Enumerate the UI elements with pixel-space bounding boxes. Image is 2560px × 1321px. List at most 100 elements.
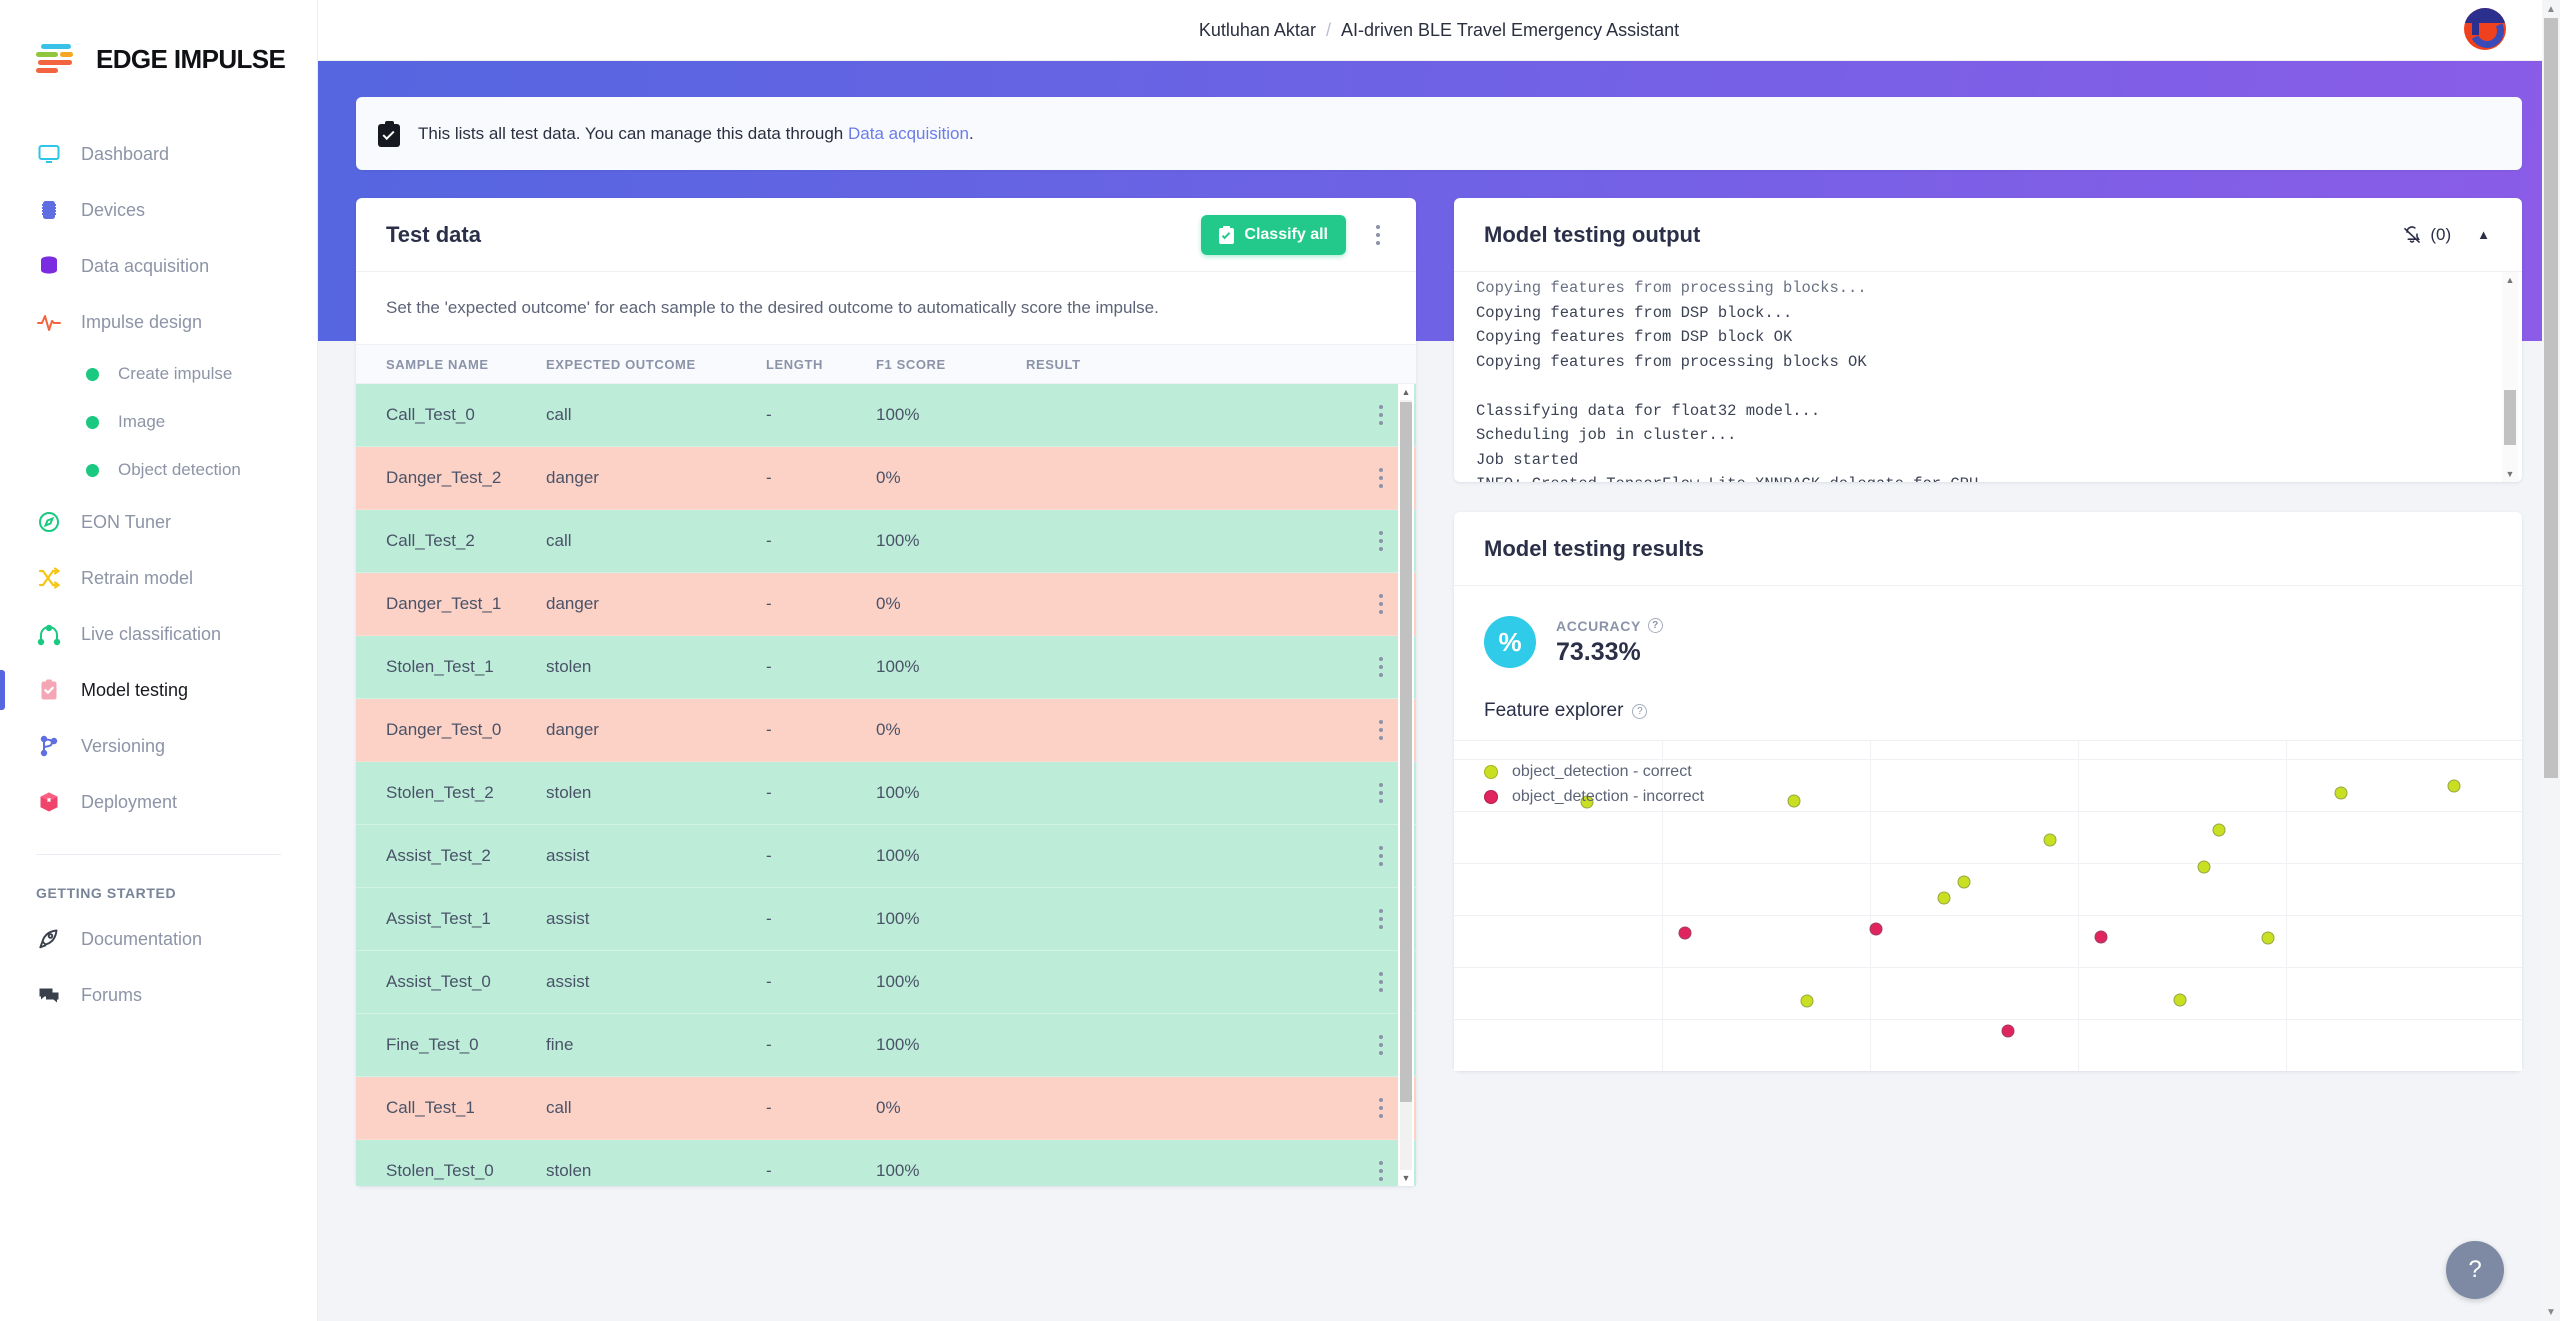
row-menu-icon[interactable] bbox=[1369, 1031, 1393, 1059]
row-menu-icon[interactable] bbox=[1369, 842, 1393, 870]
table-scrollbar[interactable]: ▲ ▼ bbox=[1398, 384, 1414, 1186]
scatter-point[interactable] bbox=[2261, 932, 2274, 945]
scrollbar-thumb[interactable] bbox=[2504, 390, 2516, 445]
row-menu-icon[interactable] bbox=[1369, 464, 1393, 492]
scatter-point[interactable] bbox=[2095, 930, 2108, 943]
row-menu-icon[interactable] bbox=[1369, 1157, 1393, 1185]
scatter-point[interactable] bbox=[2044, 833, 2057, 846]
sidebar-item-object-detection[interactable]: Object detection bbox=[0, 446, 317, 494]
scatter-point[interactable] bbox=[1958, 875, 1971, 888]
scatter-point[interactable] bbox=[2212, 824, 2225, 837]
scroll-down-icon[interactable]: ▼ bbox=[2502, 466, 2518, 482]
scatter-point[interactable] bbox=[1801, 995, 1814, 1008]
help-question-icon[interactable]: ? bbox=[1648, 618, 1663, 633]
cell-expected-outcome[interactable]: call bbox=[546, 405, 766, 425]
sidebar-item-image[interactable]: Image bbox=[0, 398, 317, 446]
cell-expected-outcome[interactable]: call bbox=[546, 1098, 766, 1118]
collapse-chevron-up-icon[interactable]: ▲ bbox=[2471, 227, 2496, 242]
table-body[interactable]: Call_Test_0call-100%Danger_Test_2danger-… bbox=[356, 384, 1416, 1186]
breadcrumb-project[interactable]: AI-driven BLE Travel Emergency Assistant bbox=[1341, 20, 1679, 41]
row-menu-icon[interactable] bbox=[1369, 968, 1393, 996]
scatter-point[interactable] bbox=[2448, 779, 2461, 792]
scatter-point[interactable] bbox=[1869, 923, 1882, 936]
scroll-up-icon[interactable]: ▲ bbox=[2502, 272, 2518, 288]
scatter-point[interactable] bbox=[1938, 891, 1951, 904]
table-row[interactable]: Danger_Test_0danger-0% bbox=[356, 699, 1416, 762]
cell-expected-outcome[interactable]: danger bbox=[546, 468, 766, 488]
table-row[interactable]: Call_Test_0call-100% bbox=[356, 384, 1416, 447]
row-menu-icon[interactable] bbox=[1369, 779, 1393, 807]
scatter-point[interactable] bbox=[1788, 795, 1801, 808]
sidebar-item-documentation[interactable]: Documentation bbox=[0, 911, 317, 967]
table-row[interactable]: Stolen_Test_1stolen-100% bbox=[356, 636, 1416, 699]
table-row[interactable]: Assist_Test_2assist-100% bbox=[356, 825, 1416, 888]
cell-expected-outcome[interactable]: assist bbox=[546, 909, 766, 929]
row-menu-icon[interactable] bbox=[1369, 716, 1393, 744]
sidebar-item-create-impulse[interactable]: Create impulse bbox=[0, 350, 317, 398]
scroll-down-icon[interactable]: ▼ bbox=[1398, 1170, 1414, 1186]
row-menu-icon[interactable] bbox=[1369, 401, 1393, 429]
table-row[interactable]: Stolen_Test_2stolen-100% bbox=[356, 762, 1416, 825]
help-question-icon[interactable]: ? bbox=[1632, 704, 1647, 719]
sidebar-item-impulse-design[interactable]: Impulse design bbox=[0, 294, 317, 350]
cell-expected-outcome[interactable]: danger bbox=[546, 720, 766, 740]
cell-expected-outcome[interactable]: call bbox=[546, 531, 766, 551]
brand-logo[interactable]: EDGE IMPULSE bbox=[0, 30, 317, 82]
sidebar-item-devices[interactable]: Devices bbox=[0, 182, 317, 238]
table-row[interactable]: Fine_Test_0fine-100% bbox=[356, 1014, 1416, 1077]
table-row[interactable]: Call_Test_2call-100% bbox=[356, 510, 1416, 573]
sidebar-item-eon-tuner[interactable]: EON Tuner bbox=[0, 494, 317, 550]
row-menu-icon[interactable] bbox=[1369, 1094, 1393, 1122]
scatter-point[interactable] bbox=[2002, 1025, 2015, 1038]
test-data-menu-icon[interactable] bbox=[1366, 221, 1390, 249]
sidebar-item-deployment[interactable]: Deployment bbox=[0, 774, 317, 830]
sidebar-item-live-classification[interactable]: Live classification bbox=[0, 606, 317, 662]
scatter-point[interactable] bbox=[2335, 786, 2348, 799]
data-acquisition-link[interactable]: Data acquisition bbox=[848, 124, 969, 143]
sidebar-item-model-testing[interactable]: Model testing bbox=[0, 662, 317, 718]
table-row[interactable]: Danger_Test_2danger-0% bbox=[356, 447, 1416, 510]
feature-explorer-scatter[interactable]: object_detection - correctobject_detecti… bbox=[1454, 741, 2522, 1071]
cell-expected-outcome[interactable]: danger bbox=[546, 594, 766, 614]
scatter-point[interactable] bbox=[1678, 926, 1691, 939]
sidebar-item-forums[interactable]: Forums bbox=[0, 967, 317, 1023]
output-scrollbar[interactable]: ▲ ▼ bbox=[2502, 272, 2518, 482]
column-header-result[interactable]: RESULT bbox=[1026, 357, 1346, 372]
scrollbar-thumb[interactable] bbox=[2544, 18, 2558, 778]
cell-expected-outcome[interactable]: assist bbox=[546, 846, 766, 866]
classify-all-button[interactable]: Classify all bbox=[1201, 215, 1346, 255]
mute-notifications-button[interactable]: (0) bbox=[2402, 225, 2451, 245]
row-menu-icon[interactable] bbox=[1369, 905, 1393, 933]
table-row[interactable]: Assist_Test_0assist-100% bbox=[356, 951, 1416, 1014]
avatar[interactable] bbox=[2464, 8, 2506, 50]
scrollbar-thumb[interactable] bbox=[1400, 402, 1412, 1102]
output-log[interactable]: Copying features from processing blocks.… bbox=[1454, 272, 2522, 482]
row-menu-icon[interactable] bbox=[1369, 653, 1393, 681]
table-row[interactable]: Danger_Test_1danger-0% bbox=[356, 573, 1416, 636]
scroll-down-icon[interactable]: ▼ bbox=[2542, 1303, 2560, 1321]
sidebar-item-data-acquisition[interactable]: Data acquisition bbox=[0, 238, 317, 294]
breadcrumb-user[interactable]: Kutluhan Aktar bbox=[1199, 20, 1316, 41]
scatter-point[interactable] bbox=[2198, 860, 2211, 873]
table-row[interactable]: Call_Test_1call-0% bbox=[356, 1077, 1416, 1140]
cell-expected-outcome[interactable]: assist bbox=[546, 972, 766, 992]
legend-item[interactable]: object_detection - correct bbox=[1484, 759, 1704, 784]
cell-expected-outcome[interactable]: stolen bbox=[546, 657, 766, 677]
sidebar-item-retrain-model[interactable]: Retrain model bbox=[0, 550, 317, 606]
column-header-sample-name[interactable]: SAMPLE NAME bbox=[356, 357, 546, 372]
row-menu-icon[interactable] bbox=[1369, 527, 1393, 555]
cell-expected-outcome[interactable]: stolen bbox=[546, 1161, 766, 1181]
sidebar-item-dashboard[interactable]: Dashboard bbox=[0, 126, 317, 182]
scroll-up-icon[interactable]: ▲ bbox=[1398, 384, 1414, 400]
column-header-expected-outcome[interactable]: EXPECTED OUTCOME bbox=[546, 357, 766, 372]
legend-item[interactable]: object_detection - incorrect bbox=[1484, 784, 1704, 809]
column-header-f1-score[interactable]: F1 SCORE bbox=[876, 357, 1026, 372]
column-header-length[interactable]: LENGTH bbox=[766, 357, 876, 372]
cell-expected-outcome[interactable]: fine bbox=[546, 1035, 766, 1055]
table-row[interactable]: Assist_Test_1assist-100% bbox=[356, 888, 1416, 951]
scatter-point[interactable] bbox=[2173, 993, 2186, 1006]
help-button[interactable]: ? bbox=[2446, 1241, 2504, 1299]
cell-expected-outcome[interactable]: stolen bbox=[546, 783, 766, 803]
table-row[interactable]: Stolen_Test_0stolen-100% bbox=[356, 1140, 1416, 1186]
row-menu-icon[interactable] bbox=[1369, 590, 1393, 618]
